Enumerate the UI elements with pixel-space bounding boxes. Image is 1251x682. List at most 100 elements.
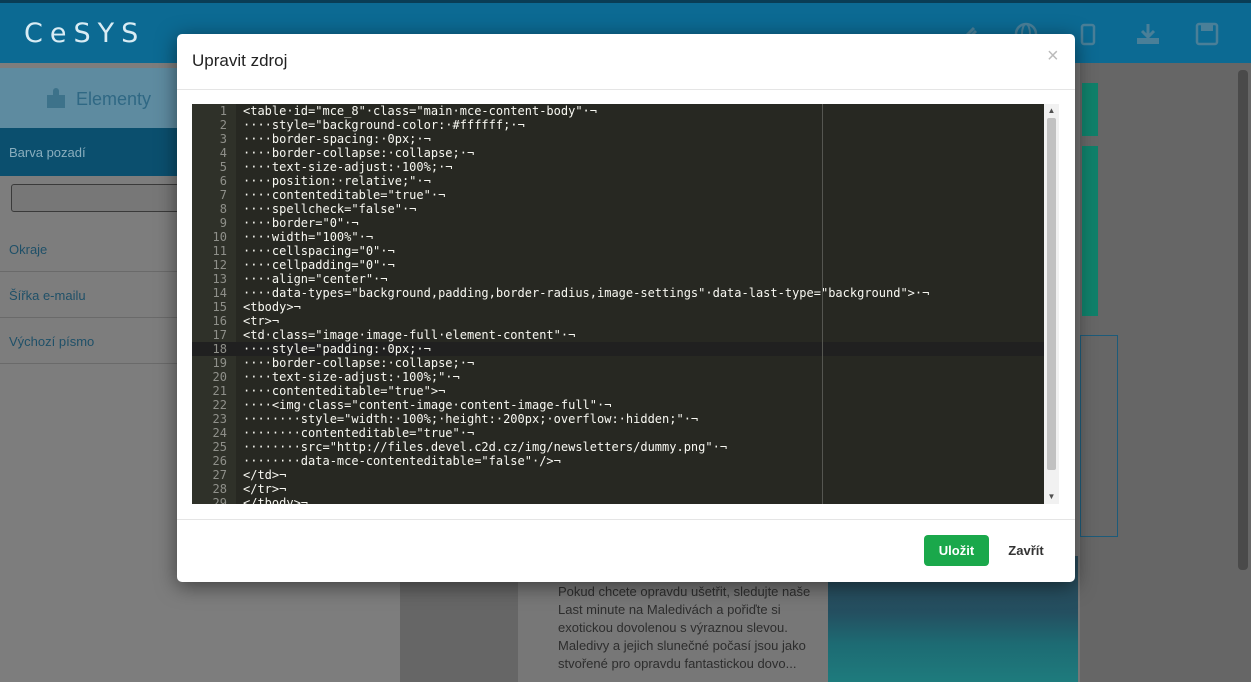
scroll-down-icon[interactable]: ▼ — [1044, 490, 1059, 504]
code-text: ····border="0"·¬ — [243, 216, 359, 230]
code-text: ····style="background-color:·#ffffff;·¬ — [243, 118, 525, 132]
code-text: ········style="width:·100%;·height:·200p… — [243, 412, 699, 426]
code-text: <table·id="mce_8"·class="main·mce-conten… — [243, 104, 598, 118]
code-text: <tbody>¬ — [243, 300, 301, 314]
save-button[interactable]: Uložit — [924, 535, 989, 566]
code-text: ····align="center"·¬ — [243, 272, 388, 286]
tab-elementy[interactable]: Elementy — [0, 68, 180, 128]
code-editor[interactable]: 1 <table·id="mce_8"·class="main·mce-conte… — [192, 104, 1059, 504]
selected-element-outline — [1080, 335, 1118, 537]
code-text: </td>¬ — [243, 468, 287, 482]
dialog-title: Upravit zdroj — [192, 51, 288, 70]
line-number: 2 — [219, 118, 227, 132]
line-number: 29 — [212, 496, 227, 504]
code-text: ····spellcheck="false"·¬ — [243, 202, 417, 216]
line-number: 8 — [219, 202, 227, 216]
code-line[interactable]: 21 ····contenteditable="true">¬ — [192, 384, 1044, 398]
download-icon[interactable] — [1135, 22, 1159, 46]
line-number: 7 — [219, 188, 227, 202]
background-color-input[interactable] — [11, 184, 181, 212]
mobile-icon[interactable] — [1076, 22, 1100, 46]
code-line[interactable]: 29 </tbody>¬ — [192, 496, 1044, 504]
line-number: 11 — [212, 244, 227, 258]
line-number: 27 — [212, 468, 227, 482]
code-text: </tbody>¬ — [243, 496, 309, 504]
code-text: ····style="padding:·0px;·¬ — [243, 342, 431, 356]
code-line[interactable]: 4 ····border-collapse:·collapse;·¬ — [192, 146, 1044, 160]
scroll-up-icon[interactable]: ▲ — [1044, 104, 1059, 118]
dialog-footer-divider — [177, 519, 1075, 520]
code-text: ········contenteditable="true"·¬ — [243, 426, 475, 440]
teal-block — [1082, 146, 1098, 316]
line-number: 13 — [212, 272, 227, 286]
code-line[interactable]: 10 ····width="100%"·¬ — [192, 230, 1044, 244]
line-number: 17 — [212, 328, 227, 342]
line-number: 16 — [212, 314, 227, 328]
close-button[interactable]: Zavřít — [1003, 535, 1049, 566]
code-text: ····cellpadding="0"·¬ — [243, 258, 395, 272]
line-number: 15 — [212, 300, 227, 314]
code-line[interactable]: 5 ····text-size-adjust:·100%;·¬ — [192, 160, 1044, 174]
dialog-header: Upravit zdroj × — [177, 34, 1075, 90]
line-number: 28 — [212, 482, 227, 496]
newsletter-paragraph: Pokud chcete opravdu ušetřit, sledujte n… — [558, 584, 811, 671]
code-text: <td·class="image·image-full·element-cont… — [243, 328, 576, 342]
code-line[interactable]: 1 <table·id="mce_8"·class="main·mce-conte… — [192, 104, 1044, 118]
code-text: ····contenteditable="true">¬ — [243, 384, 446, 398]
puzzle-icon — [47, 88, 65, 108]
code-line[interactable]: 28 </tr>¬ — [192, 482, 1044, 496]
code-text: ····border-spacing:·0px;·¬ — [243, 132, 431, 146]
code-line[interactable]: 18 ····style="padding:·0px;·¬ — [192, 342, 1044, 356]
line-number: 23 — [212, 412, 227, 426]
code-line[interactable]: 3 ····border-spacing:·0px;·¬ — [192, 132, 1044, 146]
code-line[interactable]: 9 ····border="0"·¬ — [192, 216, 1044, 230]
code-line[interactable]: 20 ····text-size-adjust:·100%;"·¬ — [192, 370, 1044, 384]
page-scrollbar[interactable] — [1238, 70, 1248, 570]
code-line[interactable]: 17 <td·class="image·image-full·element-co… — [192, 328, 1044, 342]
code-line[interactable]: 14 ····data-types="background,padding,bor… — [192, 286, 1044, 300]
code-line[interactable]: 25 ········src="http://files.devel.c2d.cz… — [192, 440, 1044, 454]
code-line[interactable]: 23 ········style="width:·100%;·height:·20… — [192, 412, 1044, 426]
line-number: 24 — [212, 426, 227, 440]
code-text: ····width="100%"·¬ — [243, 230, 374, 244]
code-line[interactable]: 7 ····contenteditable="true"·¬ — [192, 188, 1044, 202]
code-line[interactable]: 19 ····border-collapse:·collapse;·¬ — [192, 356, 1044, 370]
code-line[interactable]: 24 ········contenteditable="true"·¬ — [192, 426, 1044, 440]
code-line[interactable]: 6 ····position:·relative;"·¬ — [192, 174, 1044, 188]
app-logo: CeSYS — [24, 18, 146, 49]
code-line[interactable]: 11 ····cellspacing="0"·¬ — [192, 244, 1044, 258]
code-text: ········src="http://files.devel.c2d.cz/i… — [243, 440, 728, 454]
code-text: ····border-collapse:·collapse;·¬ — [243, 356, 475, 370]
code-text: ····border-collapse:·collapse;·¬ — [243, 146, 475, 160]
tab-label: Elementy — [76, 89, 152, 109]
code-line[interactable]: 12 ····cellpadding="0"·¬ — [192, 258, 1044, 272]
code-text: ····text-size-adjust:·100%;"·¬ — [243, 370, 460, 384]
code-line[interactable]: 27 </td>¬ — [192, 468, 1044, 482]
code-line[interactable]: 2 ····style="background-color:·#ffffff;·¬ — [192, 118, 1044, 132]
editor-scroll-thumb[interactable] — [1047, 118, 1056, 470]
teal-block — [1082, 83, 1098, 136]
line-number: 1 — [219, 104, 227, 118]
print-margin — [822, 104, 823, 504]
code-line[interactable]: 22 ····<img·class="content-image·content-… — [192, 398, 1044, 412]
code-text: <tr>¬ — [243, 314, 280, 328]
line-number: 25 — [212, 440, 227, 454]
code-text: ····data-types="background,padding,borde… — [243, 286, 930, 300]
code-line[interactable]: 13 ····align="center"·¬ — [192, 272, 1044, 286]
code-line[interactable]: 8 ····spellcheck="false"·¬ — [192, 202, 1044, 216]
close-icon[interactable]: × — [1047, 45, 1059, 68]
sidebar-item-label: Výchozí písmo — [9, 334, 95, 349]
code-line[interactable]: 15 <tbody>¬ — [192, 300, 1044, 314]
line-number: 21 — [212, 384, 227, 398]
line-number: 4 — [219, 146, 227, 160]
code-line[interactable]: 26 ········data-mce-contenteditable="fals… — [192, 454, 1044, 468]
line-number: 12 — [212, 258, 227, 272]
line-number: 6 — [219, 174, 227, 188]
line-number: 22 — [212, 398, 227, 412]
line-number: 14 — [212, 286, 227, 300]
code-line[interactable]: 16 <tr>¬ — [192, 314, 1044, 328]
line-number: 26 — [212, 454, 227, 468]
save-icon[interactable] — [1195, 22, 1219, 46]
line-number: 10 — [212, 230, 227, 244]
code-text: ····position:·relative;"·¬ — [243, 174, 431, 188]
